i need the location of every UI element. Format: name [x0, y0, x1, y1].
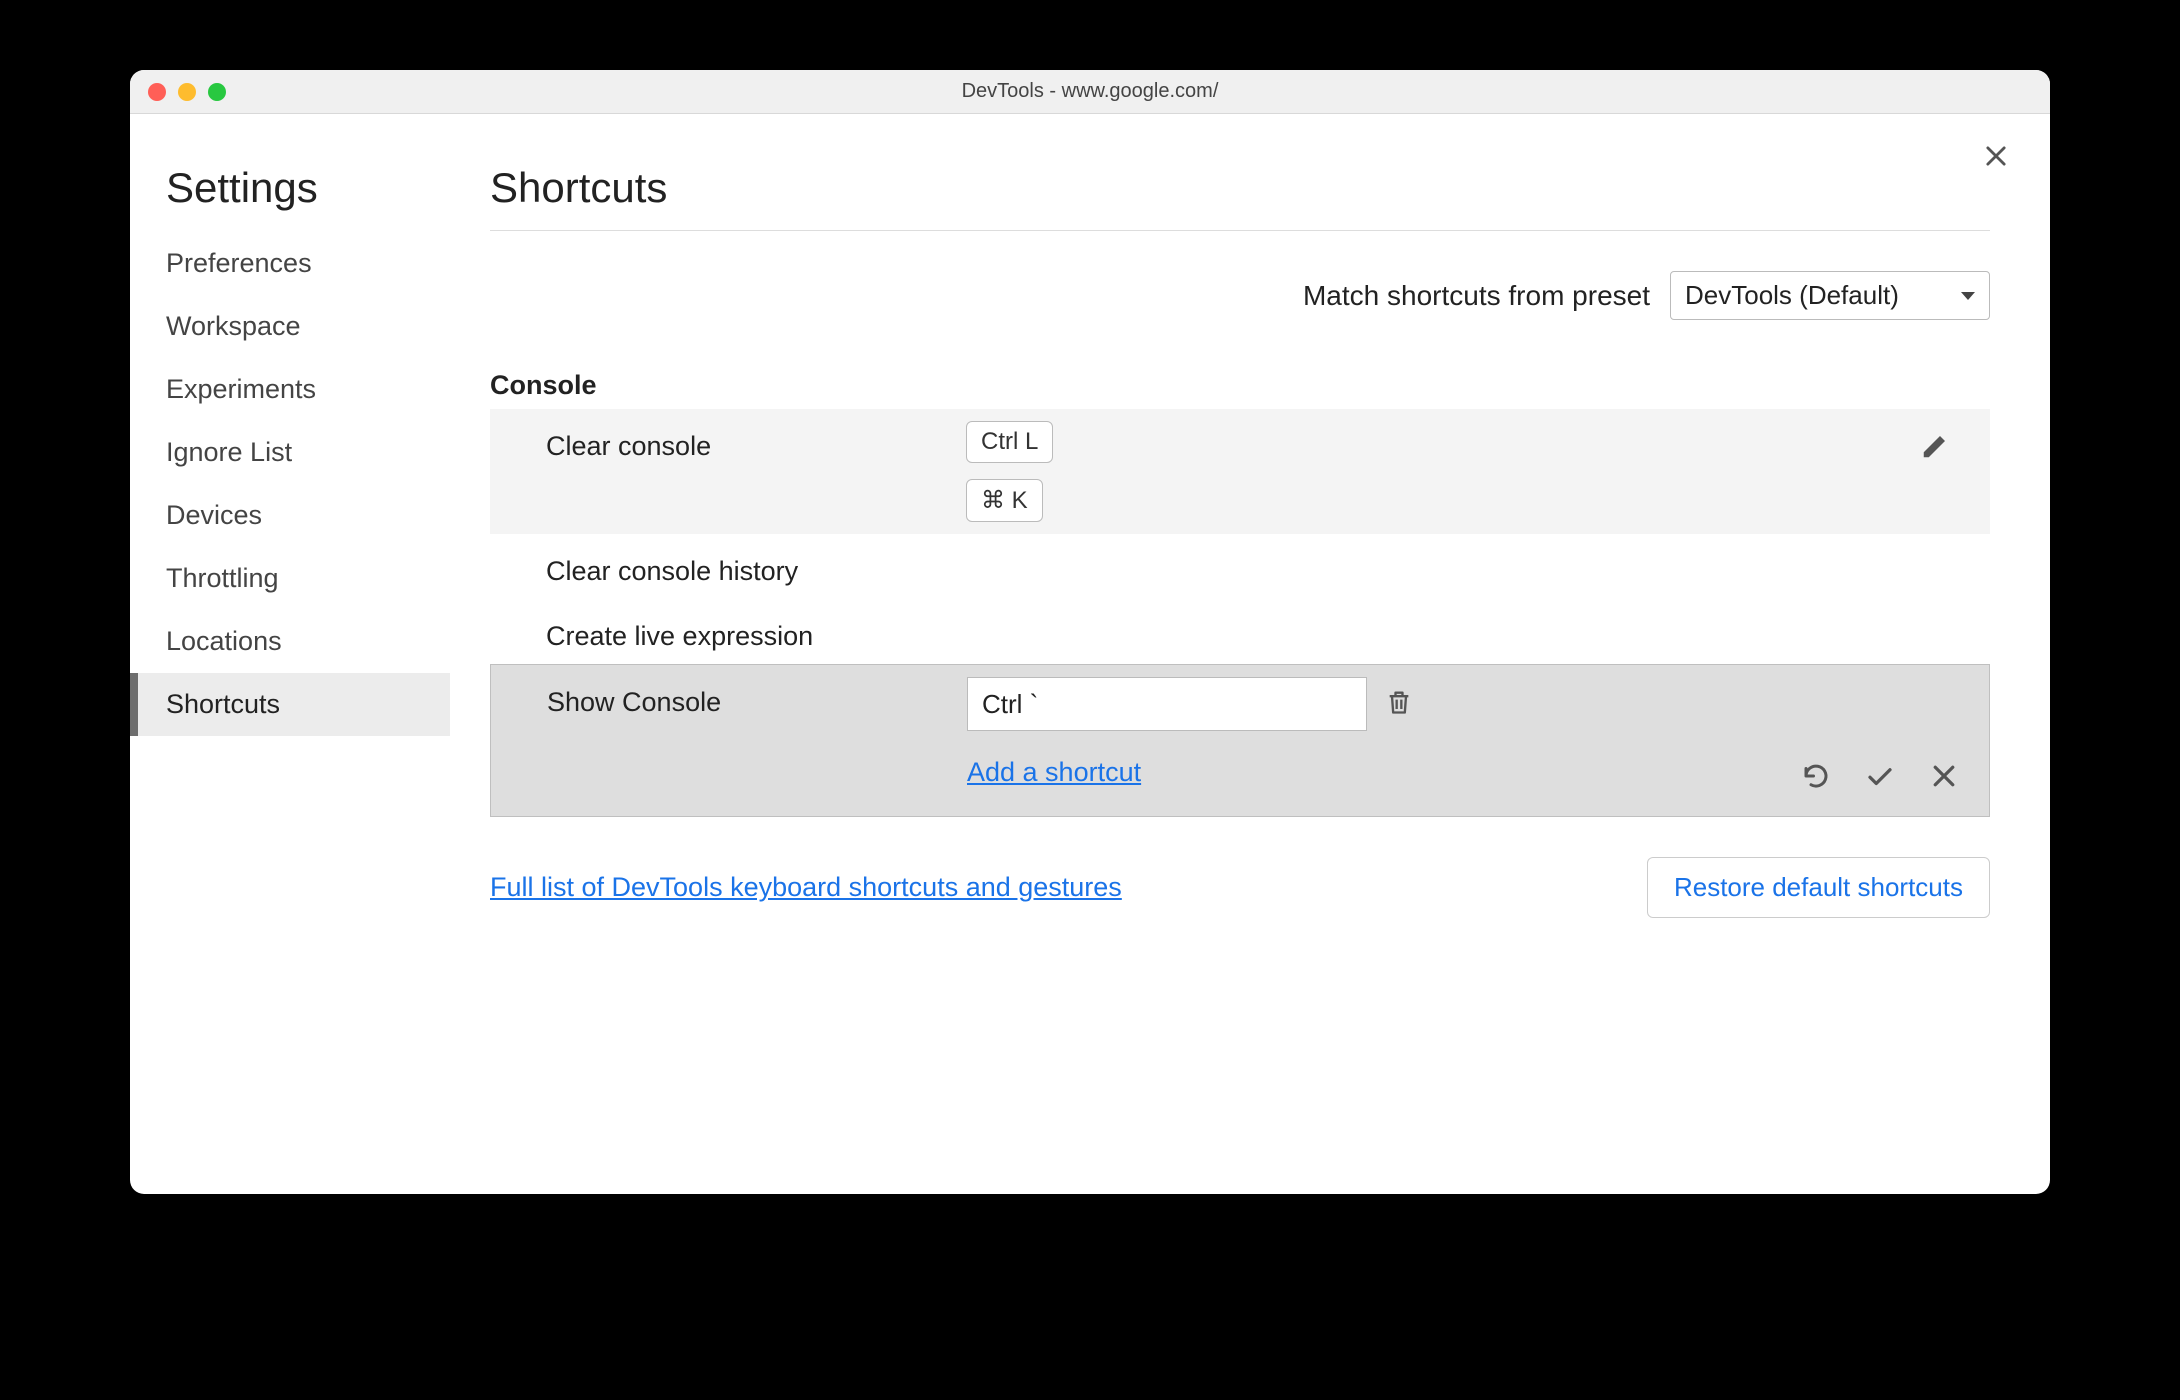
window-title: DevTools - www.google.com/	[130, 80, 2050, 103]
confirm-button[interactable]	[1865, 761, 1895, 796]
main: Shortcuts Match shortcuts from preset De…	[450, 114, 2050, 1194]
shortcut-keys: Ctrl L ⌘ K	[966, 421, 1053, 522]
close-settings-button[interactable]	[1982, 142, 2010, 175]
docs-link[interactable]: Full list of DevTools keyboard shortcuts…	[490, 872, 1122, 903]
footer: Full list of DevTools keyboard shortcuts…	[490, 857, 1990, 918]
key-badge: Ctrl L	[966, 421, 1053, 463]
preset-select[interactable]: DevTools (Default)	[1670, 271, 1990, 320]
shortcut-row-clear-console: Clear console Ctrl L ⌘ K	[490, 409, 1990, 534]
sidebar-item-shortcuts[interactable]: Shortcuts	[130, 673, 450, 736]
sidebar-item-locations[interactable]: Locations	[130, 610, 450, 673]
key-badge: ⌘ K	[966, 479, 1043, 522]
close-window-button[interactable]	[148, 83, 166, 101]
shortcut-rows: Clear console Ctrl L ⌘ K Clear console h…	[490, 409, 1990, 817]
shortcut-label: Show Console	[547, 677, 967, 718]
close-icon	[1982, 142, 2010, 170]
shortcut-row-clear-console-history: Clear console history	[490, 534, 1990, 599]
preset-select-value: DevTools (Default)	[1685, 280, 1899, 310]
shortcut-input-row	[967, 677, 1413, 731]
add-shortcut-link[interactable]: Add a shortcut	[967, 757, 1141, 788]
check-icon	[1865, 761, 1895, 791]
shortcut-label: Clear console history	[546, 546, 966, 587]
close-icon	[1929, 761, 1959, 791]
trash-icon	[1385, 688, 1413, 716]
undo-button[interactable]	[1801, 761, 1831, 796]
sidebar-item-ignore-list[interactable]: Ignore List	[130, 421, 450, 484]
edit-shortcut-button[interactable]	[1920, 431, 1950, 466]
sidebar-item-preferences[interactable]: Preferences	[130, 232, 450, 295]
page-title: Shortcuts	[490, 164, 1990, 231]
shortcut-row-create-live-expression: Create live expression	[490, 599, 1990, 664]
pencil-icon	[1920, 431, 1950, 461]
preset-label: Match shortcuts from preset	[1303, 280, 1650, 312]
shortcut-row-show-console-editing: Show Console Add a shortcut	[490, 664, 1990, 817]
cancel-button[interactable]	[1929, 761, 1959, 796]
window: DevTools - www.google.com/ Settings Pref…	[130, 70, 2050, 1194]
section-header: Console	[490, 370, 1990, 401]
zoom-window-button[interactable]	[208, 83, 226, 101]
sidebar: Settings Preferences Workspace Experimen…	[130, 114, 450, 1194]
sidebar-item-experiments[interactable]: Experiments	[130, 358, 450, 421]
shortcut-label: Create live expression	[546, 611, 966, 652]
edit-actions	[1801, 761, 1959, 796]
undo-icon	[1801, 761, 1831, 791]
delete-shortcut-button[interactable]	[1385, 688, 1413, 721]
preset-row: Match shortcuts from preset DevTools (De…	[490, 271, 1990, 320]
sidebar-item-workspace[interactable]: Workspace	[130, 295, 450, 358]
shortcut-input[interactable]	[967, 677, 1367, 731]
minimize-window-button[interactable]	[178, 83, 196, 101]
titlebar: DevTools - www.google.com/	[130, 70, 2050, 114]
sidebar-title: Settings	[130, 164, 450, 232]
content: Settings Preferences Workspace Experimen…	[130, 114, 2050, 1194]
sidebar-item-throttling[interactable]: Throttling	[130, 547, 450, 610]
editing-column: Add a shortcut	[967, 677, 1413, 788]
traffic-lights	[130, 83, 226, 101]
shortcut-label: Clear console	[546, 421, 966, 462]
sidebar-item-devices[interactable]: Devices	[130, 484, 450, 547]
restore-defaults-button[interactable]: Restore default shortcuts	[1647, 857, 1990, 918]
